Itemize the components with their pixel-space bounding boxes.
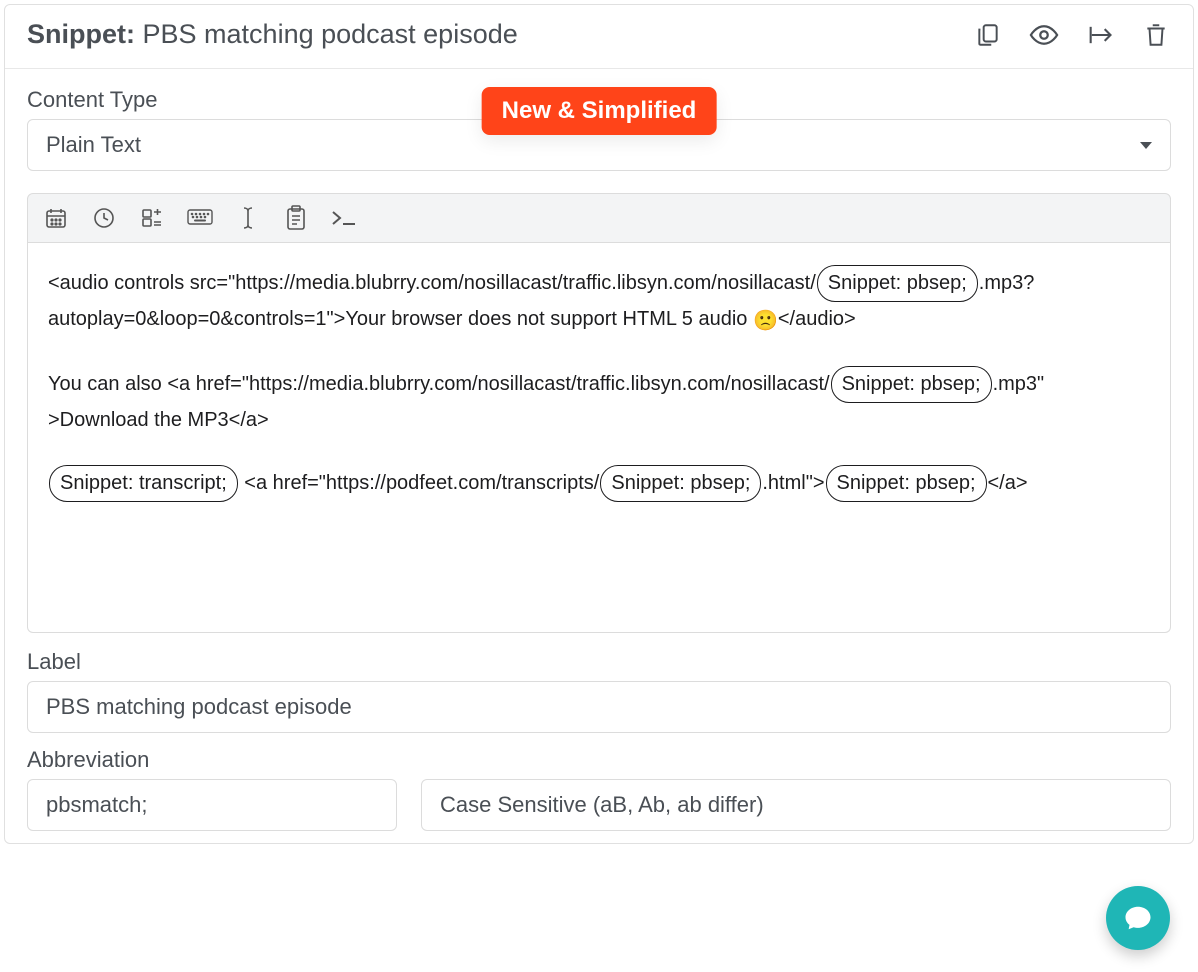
content-type-value: Plain Text [46,132,141,158]
chevron-down-icon [1140,142,1152,149]
label-input-value: PBS matching podcast episode [46,694,352,720]
case-sensitivity-value: Case Sensitive (aB, Ab, ab differ) [440,792,764,818]
snippet-content-editor[interactable]: <audio controls src="https://media.blubr… [27,243,1171,633]
editor-line-1: <audio controls src="https://media.blubr… [48,265,1150,338]
trash-icon[interactable] [1141,20,1171,50]
header-actions [973,20,1171,50]
panel-title: Snippet: PBS matching podcast episode [27,19,518,50]
snippet-pill-pbsep[interactable]: Snippet: pbsep; [826,465,987,502]
eye-icon[interactable] [1029,20,1059,50]
abbreviation-value: pbsmatch; [46,792,148,818]
duplicate-icon[interactable] [973,20,1003,50]
insert-key-icon[interactable] [186,204,214,232]
new-simplified-badge: New & Simplified [482,87,717,135]
panel-body: New & Simplified Content Type Plain Text [5,69,1193,843]
move-icon[interactable] [1085,20,1115,50]
editor-line-3: Snippet: transcript; <a href="https://po… [48,465,1150,502]
snippet-pill-pbsep[interactable]: Snippet: pbsep; [831,366,992,403]
case-sensitivity-select[interactable]: Case Sensitive (aB, Ab, ab differ) [421,779,1171,831]
insert-cursor-icon[interactable] [234,204,262,232]
title-name: PBS matching podcast episode [143,19,518,49]
editor-toolbar [27,193,1171,243]
panel-header: Snippet: PBS matching podcast episode [5,5,1193,69]
chat-button[interactable] [1106,886,1170,950]
abbreviation-input[interactable]: pbsmatch; [27,779,397,831]
label-input[interactable]: PBS matching podcast episode [27,681,1171,733]
abbreviation-label: Abbreviation [27,747,397,773]
label-field-label: Label [27,649,1171,675]
sad-face-emoji: 🙁 [753,310,778,332]
snippet-pill-transcript[interactable]: Snippet: transcript; [49,465,238,502]
insert-datemath-icon[interactable] [138,204,166,232]
insert-date-icon[interactable] [42,204,70,232]
snippet-editor-panel: Snippet: PBS matching podcast episode [4,4,1194,844]
snippet-pill-pbsep[interactable]: Snippet: pbsep; [600,465,761,502]
snippet-pill-pbsep[interactable]: Snippet: pbsep; [817,265,978,302]
editor-line-2: You can also <a href="https://media.blub… [48,366,1150,437]
insert-time-icon[interactable] [90,204,118,232]
title-prefix: Snippet: [27,19,135,49]
insert-script-icon[interactable] [330,204,358,232]
insert-clipboard-icon[interactable] [282,204,310,232]
